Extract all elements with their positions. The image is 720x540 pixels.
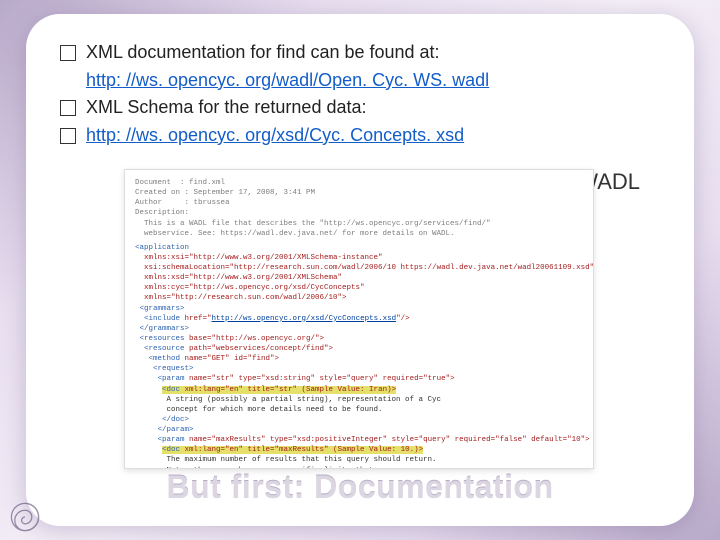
code-body: <application xmlns:xsi="http://www.w3.or… xyxy=(135,243,583,469)
slide-card: XML documentation for find can be found … xyxy=(26,14,694,526)
checkbox-icon xyxy=(60,45,76,61)
slide-title: But first: Documentation xyxy=(26,469,694,506)
slide-content: XML documentation for find can be found … xyxy=(26,14,694,148)
code-meta: Document : find.xml Created on : Septemb… xyxy=(135,178,583,239)
code-screenshot: Document : find.xml Created on : Septemb… xyxy=(124,169,594,469)
bullet-list: XML documentation for find can be found … xyxy=(60,40,660,148)
bullet-2-text: XML Schema for the returned data: xyxy=(86,95,660,121)
bullet-1: XML documentation for find can be found … xyxy=(60,40,660,66)
slide-stage: XML documentation for find can be found … xyxy=(0,0,720,540)
checkbox-icon xyxy=(60,100,76,116)
checkbox-icon xyxy=(60,128,76,144)
spiral-logo-icon xyxy=(8,500,42,534)
bullet-3: http: //ws. opencyc. org/xsd/Cyc. Concep… xyxy=(60,123,660,149)
bullet-1-link-row: http: //ws. opencyc. org/wadl/Open. Cyc.… xyxy=(60,68,660,94)
bullet-2: XML Schema for the returned data: xyxy=(60,95,660,121)
xsd-link[interactable]: http: //ws. opencyc. org/xsd/Cyc. Concep… xyxy=(86,123,464,149)
bullet-1-text: XML documentation for find can be found … xyxy=(86,40,660,66)
wadl-link[interactable]: http: //ws. opencyc. org/wadl/Open. Cyc.… xyxy=(86,68,489,94)
